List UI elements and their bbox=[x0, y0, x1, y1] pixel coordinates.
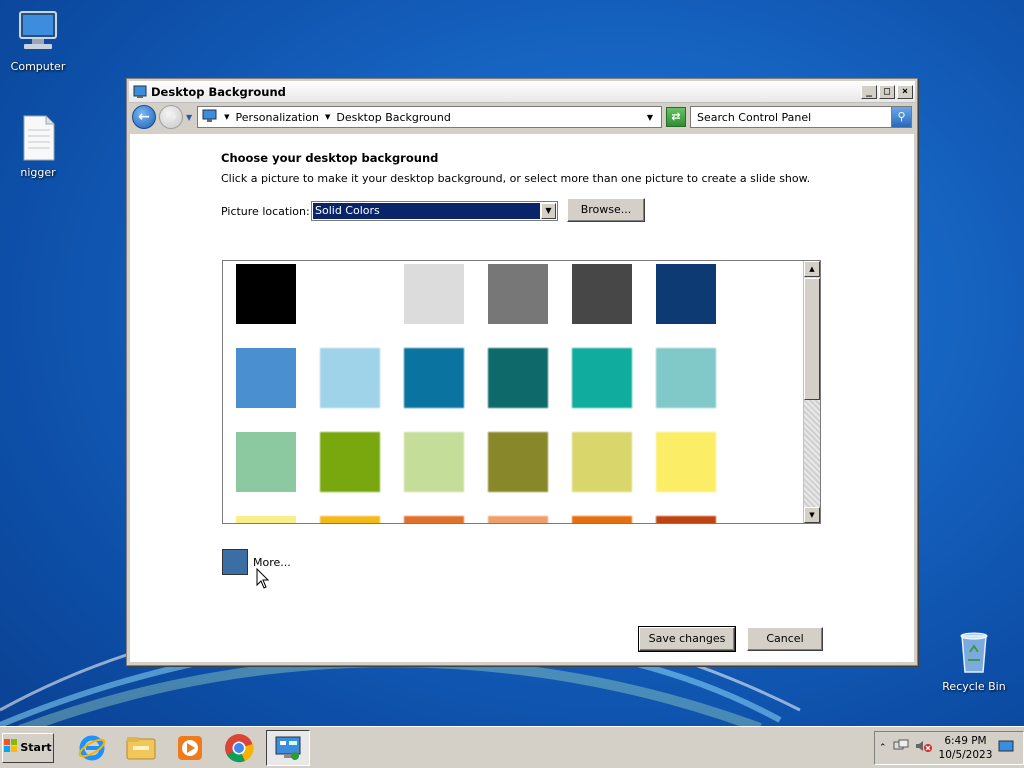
color-swatch[interactable] bbox=[404, 264, 464, 324]
color-swatch[interactable] bbox=[656, 264, 716, 324]
color-swatch[interactable] bbox=[236, 348, 296, 408]
clock-time: 6:49 PM bbox=[944, 734, 987, 747]
media-player-icon bbox=[178, 735, 202, 760]
desktop-icon-label: Recycle Bin bbox=[942, 680, 1006, 693]
recent-pages-dropdown-icon[interactable]: ▼ bbox=[186, 113, 192, 122]
control-panel-icon bbox=[275, 736, 301, 760]
recycle-bin-icon bbox=[950, 628, 998, 676]
computer-icon bbox=[14, 8, 62, 56]
search-icon[interactable]: ⚲ bbox=[891, 107, 911, 127]
page-instructions: Click a picture to make it your desktop … bbox=[221, 172, 811, 185]
search-field[interactable]: Search Control Panel ⚲ bbox=[690, 106, 912, 128]
cancel-button[interactable]: Cancel bbox=[747, 627, 823, 651]
color-swatch[interactable] bbox=[320, 264, 380, 324]
internet-explorer-icon bbox=[78, 735, 106, 760]
scroll-thumb[interactable] bbox=[804, 278, 820, 400]
folder-icon bbox=[126, 736, 156, 759]
start-button[interactable]: Start bbox=[2, 732, 54, 763]
color-swatch[interactable] bbox=[320, 348, 380, 408]
title-bar[interactable]: Desktop Background _ □ × bbox=[129, 81, 915, 103]
color-swatch[interactable] bbox=[656, 516, 716, 523]
control-panel-small-icon bbox=[202, 109, 218, 126]
window-title: Desktop Background bbox=[151, 84, 286, 99]
desktop-icon-file[interactable]: nigger bbox=[0, 114, 76, 179]
taskbar-control-panel[interactable] bbox=[266, 729, 310, 766]
color-swatch[interactable] bbox=[236, 516, 296, 523]
color-swatch[interactable] bbox=[236, 264, 296, 324]
desktop-icon-label: Computer bbox=[10, 60, 66, 73]
breadcrumb-separator-icon[interactable]: ▼ bbox=[224, 113, 229, 121]
breadcrumb-separator-icon[interactable]: ▼ bbox=[325, 113, 330, 121]
navigation-bar: ← → ▼ ▼ Personalization ▼ Desktop Backgr… bbox=[129, 103, 915, 131]
color-swatch[interactable] bbox=[320, 516, 380, 523]
network-icon[interactable] bbox=[893, 739, 909, 756]
desktop-icon-label: nigger bbox=[20, 166, 56, 179]
color-swatch[interactable] bbox=[404, 516, 464, 523]
forward-arrow-icon: → bbox=[165, 109, 177, 125]
taskbar-file-explorer[interactable] bbox=[119, 730, 163, 766]
color-gallery: ▲ ▼ bbox=[222, 260, 821, 524]
color-swatch[interactable] bbox=[488, 516, 548, 523]
taskbar-media-player[interactable] bbox=[168, 730, 212, 766]
desktop-icon-recycle-bin[interactable]: Recycle Bin bbox=[936, 628, 1012, 693]
back-arrow-icon: ← bbox=[138, 109, 150, 125]
show-hidden-icons-icon[interactable]: ⌃ bbox=[879, 743, 887, 753]
clock-date: 10/5/2023 bbox=[938, 748, 993, 761]
taskbar-chrome[interactable] bbox=[217, 730, 261, 766]
picture-location-label: Picture location: bbox=[221, 205, 310, 218]
text-file-icon bbox=[14, 114, 62, 162]
taskbar-internet-explorer[interactable] bbox=[70, 730, 114, 766]
scroll-down-button[interactable]: ▼ bbox=[804, 507, 820, 523]
color-swatch[interactable] bbox=[320, 432, 380, 492]
desktop-background-window: Desktop Background _ □ × ← → ▼ ▼ Persona… bbox=[126, 78, 918, 666]
refresh-icon: ⇄ bbox=[671, 110, 681, 123]
color-swatch[interactable] bbox=[572, 348, 632, 408]
control-panel-icon bbox=[133, 85, 147, 99]
picture-location-dropdown[interactable]: Solid Colors ▼ bbox=[311, 201, 558, 221]
color-swatch[interactable] bbox=[572, 432, 632, 492]
browse-button[interactable]: Browse... bbox=[567, 198, 645, 222]
color-swatch[interactable] bbox=[404, 432, 464, 492]
gallery-scrollbar[interactable]: ▲ ▼ bbox=[803, 261, 820, 523]
desktop-icon-computer[interactable]: Computer bbox=[0, 8, 76, 73]
color-swatch[interactable] bbox=[572, 516, 632, 523]
color-swatch[interactable] bbox=[236, 432, 296, 492]
system-tray: ⌃ 6:49 PM 10/5/2023 bbox=[874, 730, 1024, 765]
color-swatch[interactable] bbox=[488, 264, 548, 324]
color-swatch[interactable] bbox=[572, 264, 632, 324]
volume-muted-icon[interactable] bbox=[915, 739, 933, 756]
chrome-icon bbox=[225, 733, 254, 762]
scroll-up-button[interactable]: ▲ bbox=[804, 261, 820, 277]
color-swatch[interactable] bbox=[488, 432, 548, 492]
back-button[interactable]: ← bbox=[132, 105, 156, 129]
clock[interactable]: 6:49 PM 10/5/2023 bbox=[939, 734, 993, 762]
address-bar[interactable]: ▼ Personalization ▼ Desktop Background ▼ bbox=[197, 106, 662, 128]
color-swatch[interactable] bbox=[404, 348, 464, 408]
color-swatch[interactable] bbox=[656, 432, 716, 492]
taskbar: Start ⌃ 6:49 PM 10/5/2023 bbox=[0, 726, 1024, 768]
start-label: Start bbox=[20, 741, 52, 754]
windows-logo-icon bbox=[4, 739, 18, 756]
content-pane: Choose your desktop background Click a p… bbox=[130, 134, 914, 662]
dropdown-arrow-icon[interactable]: ▼ bbox=[541, 203, 556, 219]
color-swatch[interactable] bbox=[488, 348, 548, 408]
refresh-button[interactable]: ⇄ bbox=[666, 107, 686, 127]
maximize-button[interactable]: □ bbox=[879, 84, 895, 99]
page-heading: Choose your desktop background bbox=[221, 151, 439, 165]
color-swatch[interactable] bbox=[656, 348, 716, 408]
minimize-button[interactable]: _ bbox=[861, 84, 877, 99]
forward-button[interactable]: → bbox=[159, 105, 183, 129]
more-color-swatch[interactable] bbox=[222, 549, 248, 575]
breadcrumb-personalization[interactable]: Personalization bbox=[236, 111, 319, 124]
save-changes-button[interactable]: Save changes bbox=[638, 626, 736, 652]
picture-location-value[interactable]: Solid Colors bbox=[313, 203, 540, 219]
breadcrumb-desktop-background[interactable]: Desktop Background bbox=[336, 111, 451, 124]
close-button[interactable]: × bbox=[897, 84, 913, 99]
search-input[interactable]: Search Control Panel bbox=[697, 111, 891, 124]
address-dropdown-icon[interactable]: ▼ bbox=[647, 113, 657, 122]
mouse-pointer-icon bbox=[256, 568, 270, 589]
show-desktop-icon[interactable] bbox=[998, 739, 1014, 756]
